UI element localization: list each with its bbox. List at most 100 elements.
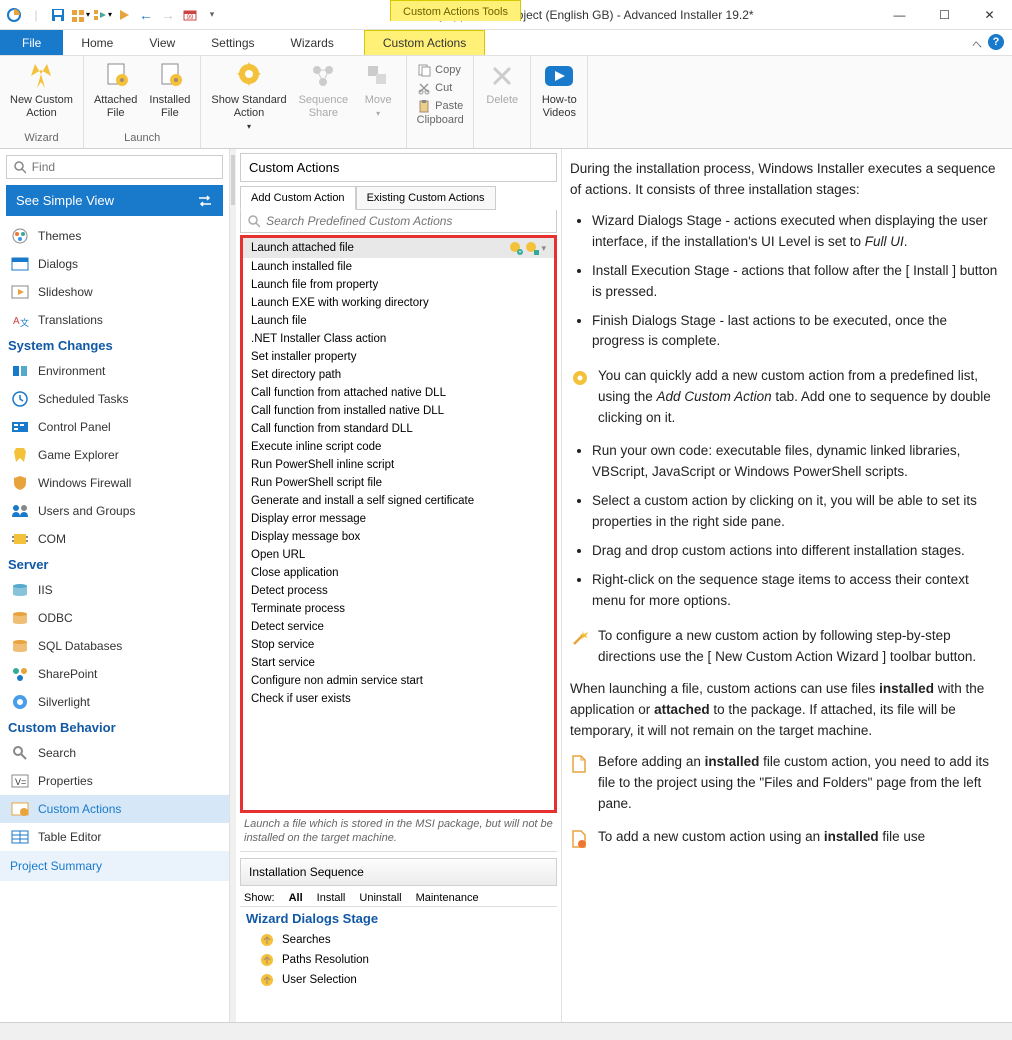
action-item[interactable]: Launch file from property [243,276,554,294]
back-icon[interactable]: ← [136,5,156,25]
action-item[interactable]: Call function from standard DLL [243,420,554,438]
simple-view-button[interactable]: See Simple View [6,185,223,216]
nav-odbc[interactable]: ODBC [0,604,229,632]
help-li: Wizard Dialogs Stage - actions executed … [592,211,998,253]
copy-button[interactable]: Copy [413,62,467,78]
nav-com[interactable]: COM [0,525,229,553]
filter-uninstall[interactable]: Uninstall [359,892,401,904]
gear-seq-icon[interactable] [525,241,539,255]
tab-existing-custom-actions[interactable]: Existing Custom Actions [356,186,496,210]
nav-dialogs[interactable]: Dialogs [0,250,229,278]
nav-control-panel[interactable]: Control Panel [0,413,229,441]
quick-access-toolbar: | ▾ ▾ ← → 99 ▾ [0,5,226,25]
save-icon[interactable] [48,5,68,25]
nav-translations[interactable]: A文Translations [0,306,229,334]
action-item[interactable]: Launch installed file [243,258,554,276]
action-item[interactable]: Set directory path [243,366,554,384]
action-item[interactable]: Execute inline script code [243,438,554,456]
paste-button[interactable]: Paste [413,98,467,114]
action-item[interactable]: Launch EXE with working directory [243,294,554,312]
action-description: Launch a file which is stored in the MSI… [240,815,557,852]
nav-search[interactable]: Search [0,739,229,767]
action-item[interactable]: Configure non admin service start [243,672,554,690]
stage-header[interactable]: Wizard Dialogs Stage [240,906,557,930]
filter-install[interactable]: Install [317,892,346,904]
nav-project-summary[interactable]: Project Summary [0,851,229,881]
action-item[interactable]: Generate and install a self signed certi… [243,492,554,510]
tab-add-custom-action[interactable]: Add Custom Action [240,186,356,210]
help-intro: During the installation process, Windows… [570,159,998,201]
action-item[interactable]: Check if user exists [243,690,554,708]
nav-properties[interactable]: V=Properties [0,767,229,795]
search-actions-box[interactable] [240,210,557,233]
collapse-ribbon-icon[interactable]: へ [972,36,982,51]
action-item[interactable]: Display message box [243,528,554,546]
action-item[interactable]: Call function from attached native DLL [243,384,554,402]
gear-add-icon[interactable]: + [509,241,523,255]
action-item[interactable]: Close application [243,564,554,582]
action-item[interactable]: .NET Installer Class action [243,330,554,348]
action-item[interactable]: Open URL [243,546,554,564]
nav-scheduled-tasks[interactable]: Scheduled Tasks [0,385,229,413]
forward-icon[interactable]: → [158,5,178,25]
tab-settings[interactable]: Settings [193,30,272,55]
nav-windows-firewall[interactable]: Windows Firewall [0,469,229,497]
action-item[interactable]: Detect process [243,582,554,600]
action-item[interactable]: Display error message [243,510,554,528]
nav-environment[interactable]: Environment [0,357,229,385]
nav-users-groups[interactable]: Users and Groups [0,497,229,525]
action-item[interactable]: Launch file [243,312,554,330]
help-icon[interactable]: ? [988,34,1004,50]
new-custom-action-button[interactable]: New Custom Action [6,58,77,122]
action-item[interactable]: Start service [243,654,554,672]
action-item[interactable]: Launch attached file+▾ [243,238,554,258]
attached-file-button[interactable]: Attached File [90,58,141,122]
nav-themes[interactable]: Themes [0,222,229,250]
tab-view[interactable]: View [131,30,193,55]
action-item[interactable]: Detect service [243,618,554,636]
swap-icon [197,194,213,208]
build-icon[interactable]: ▾ [70,5,90,25]
play-icon[interactable] [114,5,134,25]
stage-item[interactable]: Paths Resolution [240,950,557,970]
filter-maintenance[interactable]: Maintenance [416,892,479,904]
nav-sharepoint[interactable]: SharePoint [0,660,229,688]
filter-all[interactable]: All [289,892,303,904]
nav-custom-actions[interactable]: Custom Actions [0,795,229,823]
maximize-button[interactable]: ☐ [922,0,967,30]
action-item[interactable]: Run PowerShell inline script [243,456,554,474]
nav-table-editor[interactable]: Table Editor [0,823,229,851]
qat-customize-icon[interactable]: ▾ [202,5,222,25]
nav-silverlight[interactable]: Silverlight [0,688,229,716]
action-item[interactable]: Terminate process [243,600,554,618]
stage-item[interactable]: User Selection [240,970,557,990]
action-item[interactable]: Set installer property [243,348,554,366]
updates-icon[interactable]: 99 [180,5,200,25]
howto-videos-button[interactable]: How-to Videos [537,58,581,122]
sequence-header: Installation Sequence [240,858,557,886]
action-item[interactable]: Stop service [243,636,554,654]
nav-slideshow[interactable]: Slideshow [0,278,229,306]
minimize-button[interactable]: — [877,0,922,30]
section-custom-behavior: Custom Behavior [0,716,229,739]
search-actions-input[interactable] [266,214,550,228]
nav-game-explorer[interactable]: Game Explorer [0,441,229,469]
action-list[interactable]: Launch attached file+▾Launch installed f… [243,238,554,810]
close-button[interactable]: ✕ [967,0,1012,30]
stage-item[interactable]: Searches [240,930,557,950]
tab-custom-actions[interactable]: Custom Actions [364,30,485,55]
nav-sql[interactable]: SQL Databases [0,632,229,660]
tab-wizards[interactable]: Wizards [273,30,352,55]
run-icon[interactable]: ▾ [92,5,112,25]
cut-button[interactable]: Cut [413,80,467,96]
installed-file-button[interactable]: Installed File [145,58,194,122]
nav-iis[interactable]: IIS [0,576,229,604]
app-icon[interactable] [4,5,24,25]
tab-home[interactable]: Home [63,30,131,55]
tab-file[interactable]: File [0,30,63,55]
show-standard-action-button[interactable]: Show Standard Action▾ [207,58,290,135]
find-input[interactable] [32,160,216,174]
action-item[interactable]: Call function from installed native DLL [243,402,554,420]
find-box[interactable] [6,155,223,179]
action-item[interactable]: Run PowerShell script file [243,474,554,492]
